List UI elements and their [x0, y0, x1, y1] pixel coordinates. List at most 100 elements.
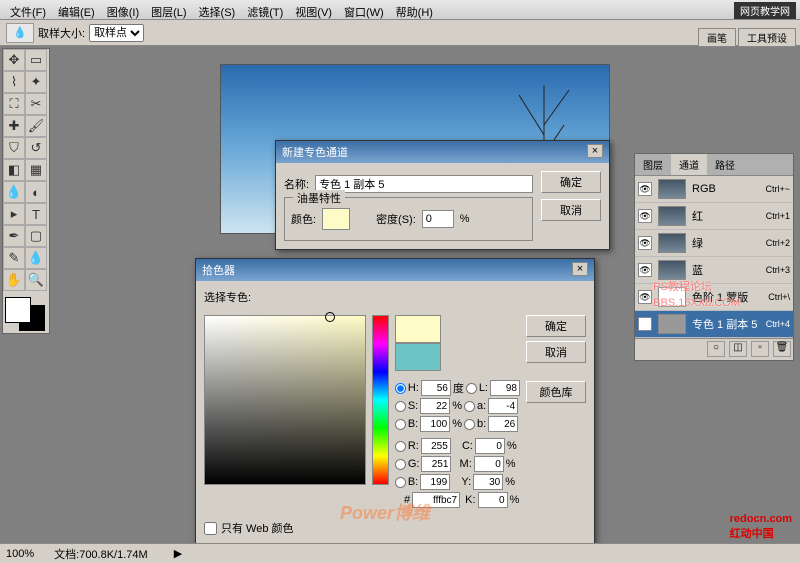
eyedropper-tool[interactable]: 💧	[25, 247, 47, 269]
tab-layers[interactable]: 图层	[635, 154, 671, 175]
delete-channel-icon[interactable]: 🗑	[773, 341, 791, 357]
channels-panel: 图层 通道 路径 👁RGBCtrl+~👁红Ctrl+1👁绿Ctrl+2👁蓝Ctr…	[634, 153, 794, 361]
brush-tool[interactable]: 🖌	[25, 115, 47, 137]
visibility-icon[interactable]: 👁	[638, 290, 652, 304]
channel-row[interactable]: 👁专色 1 副本 5Ctrl+4	[635, 311, 793, 338]
menu-item[interactable]: 窗口(W)	[338, 2, 390, 17]
palette-tabs: 画笔 工具预设	[698, 28, 796, 47]
new-channel-icon[interactable]: ▫	[751, 341, 769, 357]
l-radio[interactable]	[466, 383, 477, 394]
menu-item[interactable]: 视图(V)	[289, 2, 338, 17]
zoom-tool[interactable]: 🔍	[25, 269, 47, 291]
g-radio[interactable]	[395, 459, 406, 470]
channel-name-input[interactable]	[315, 175, 533, 193]
crop-tool[interactable]: ⛶	[3, 93, 25, 115]
lab-b-input[interactable]	[488, 416, 518, 432]
ok-button[interactable]: 确定	[541, 171, 601, 193]
channel-row[interactable]: 👁RGBCtrl+~	[635, 176, 793, 203]
visibility-icon[interactable]: 👁	[638, 317, 652, 331]
visibility-icon[interactable]: 👁	[638, 236, 652, 250]
hand-tool[interactable]: ✋	[3, 269, 25, 291]
s-radio[interactable]	[395, 401, 406, 412]
opacity-input[interactable]	[422, 210, 454, 228]
menu-item[interactable]: 选择(S)	[193, 2, 242, 17]
pen-tool[interactable]: ✒	[3, 225, 25, 247]
save-selection-icon[interactable]: ◫	[729, 341, 747, 357]
channel-row[interactable]: 👁红Ctrl+1	[635, 203, 793, 230]
move-tool[interactable]: ✥	[3, 49, 25, 71]
options-bar: 💧 取样大小: 取样点	[0, 20, 800, 46]
s-input[interactable]	[420, 398, 450, 414]
color-swatches[interactable]	[3, 295, 47, 333]
shape-tool[interactable]: ▢	[25, 225, 47, 247]
r-radio[interactable]	[395, 441, 406, 452]
tab-toolpresets[interactable]: 工具预设	[738, 28, 796, 47]
m-input[interactable]	[474, 456, 504, 472]
blue-input[interactable]	[420, 474, 450, 490]
web-only-checkbox[interactable]	[204, 522, 217, 535]
web-only-label: 只有 Web 颜色	[221, 520, 294, 536]
cancel-button[interactable]: 取消	[541, 199, 601, 221]
menu-item[interactable]: 图像(I)	[101, 2, 145, 17]
channel-row[interactable]: 👁绿Ctrl+2	[635, 230, 793, 257]
r-input[interactable]	[421, 438, 451, 454]
stamp-tool[interactable]: ⛉	[3, 137, 25, 159]
zoom-level[interactable]: 100%	[6, 548, 34, 560]
load-selection-icon[interactable]: ○	[707, 341, 725, 357]
blur-tool[interactable]: 💧	[3, 181, 25, 203]
history-brush[interactable]: ↺	[25, 137, 47, 159]
color-lib-button[interactable]: 颜色库	[526, 381, 586, 403]
heal-tool[interactable]: ✚	[3, 115, 25, 137]
tab-brushes[interactable]: 画笔	[698, 28, 736, 47]
slice-tool[interactable]: ✂	[25, 93, 47, 115]
menu-item[interactable]: 编辑(E)	[52, 2, 101, 17]
g-input[interactable]	[421, 456, 451, 472]
eraser-tool[interactable]: ◧	[3, 159, 25, 181]
h-radio[interactable]	[395, 383, 406, 394]
c-input[interactable]	[475, 438, 505, 454]
menu-item[interactable]: 滤镜(T)	[241, 2, 289, 17]
eyedropper-icon[interactable]: 💧	[6, 23, 34, 43]
h-input[interactable]	[421, 380, 451, 396]
a-radio[interactable]	[464, 401, 475, 412]
visibility-icon[interactable]: 👁	[638, 182, 652, 196]
menu-item[interactable]: 帮助(H)	[390, 2, 439, 17]
gradient-tool[interactable]: ▦	[25, 159, 47, 181]
picker-cancel-button[interactable]: 取消	[526, 341, 586, 363]
menu-item[interactable]: 文件(F)	[4, 2, 52, 17]
bb-radio[interactable]	[464, 419, 475, 430]
visibility-icon[interactable]: 👁	[638, 209, 652, 223]
channel-thumb	[658, 233, 686, 253]
color-swatch-button[interactable]	[322, 208, 350, 230]
lasso-tool[interactable]: ⌇	[3, 71, 25, 93]
b-radio[interactable]	[395, 419, 406, 430]
sample-size-select[interactable]: 取样点	[89, 24, 144, 42]
notes-tool[interactable]: ✎	[3, 247, 25, 269]
tab-paths[interactable]: 路径	[707, 154, 743, 175]
close-icon[interactable]: ×	[572, 262, 588, 276]
y-input[interactable]	[473, 474, 503, 490]
channel-name: 专色 1 副本 5	[692, 316, 757, 332]
old-color[interactable]	[395, 343, 441, 371]
bl-radio[interactable]	[395, 477, 406, 488]
path-tool[interactable]: ▸	[3, 203, 25, 225]
hue-slider[interactable]	[372, 315, 389, 485]
saturation-brightness-field[interactable]	[204, 315, 366, 485]
b-input[interactable]	[420, 416, 450, 432]
tab-channels[interactable]: 通道	[671, 154, 707, 175]
channel-shortcut: Ctrl+\	[768, 292, 790, 302]
ink-group-label: 油墨特性	[293, 190, 345, 206]
wand-tool[interactable]: ✦	[25, 71, 47, 93]
visibility-icon[interactable]: 👁	[638, 263, 652, 277]
l-input[interactable]	[490, 380, 520, 396]
marquee-tool[interactable]: ▭	[25, 49, 47, 71]
dodge-tool[interactable]: ◐	[25, 181, 47, 203]
k-input[interactable]	[478, 492, 508, 508]
a-input[interactable]	[488, 398, 518, 414]
foreground-swatch[interactable]	[5, 297, 31, 323]
type-tool[interactable]: T	[25, 203, 47, 225]
menu-item[interactable]: 图层(L)	[145, 2, 192, 17]
close-icon[interactable]: ×	[587, 144, 603, 158]
picker-ok-button[interactable]: 确定	[526, 315, 586, 337]
channel-name: 红	[692, 208, 703, 224]
